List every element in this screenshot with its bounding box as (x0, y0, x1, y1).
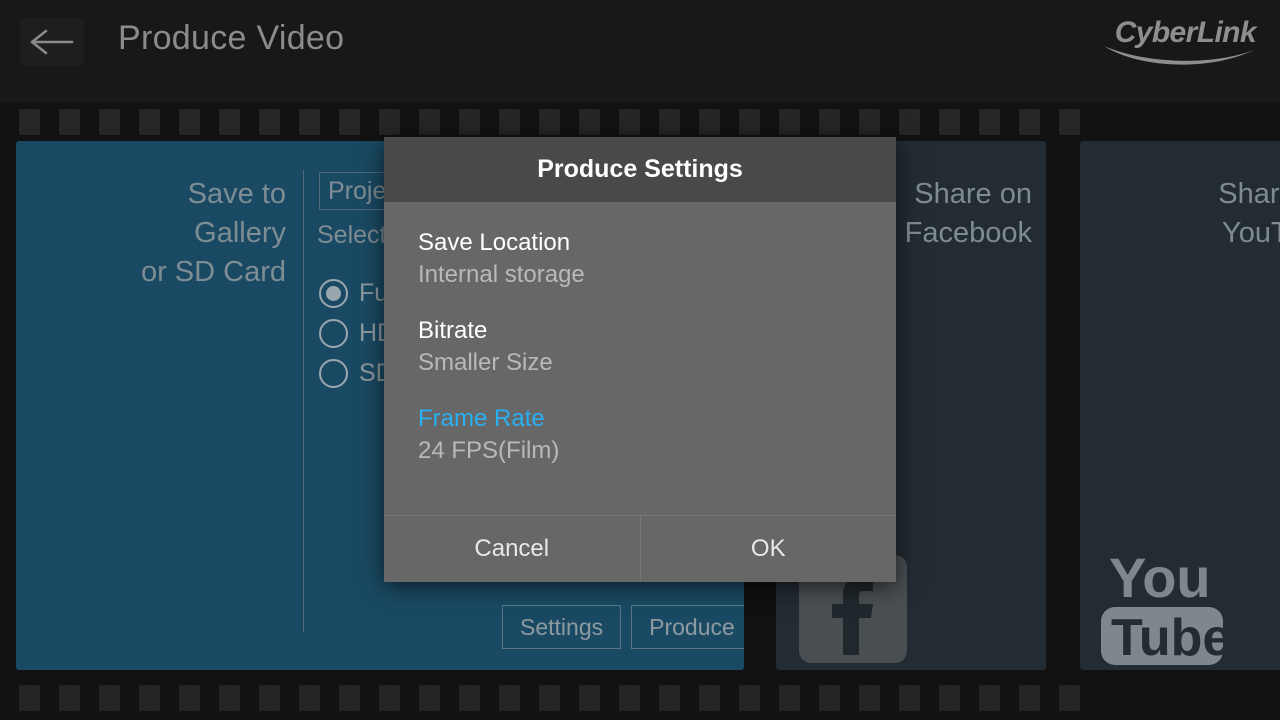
film-perforation (99, 109, 120, 135)
film-perforation (699, 685, 720, 711)
film-perforation (939, 685, 960, 711)
film-perforation (59, 685, 80, 711)
film-perforation (179, 685, 200, 711)
card-facebook-label-line1: Share on (914, 178, 1032, 210)
film-perforation (259, 109, 280, 135)
film-perforation (1059, 685, 1080, 711)
film-perforation (219, 109, 240, 135)
film-perforation (499, 685, 520, 711)
film-perforation (459, 685, 480, 711)
page-title: Produce Video (118, 19, 345, 57)
card-save-label-line3: or SD Card (140, 256, 286, 288)
film-perforation (579, 109, 600, 135)
film-perforation (819, 685, 840, 711)
film-perforation (299, 685, 320, 711)
film-perforation (419, 109, 440, 135)
film-perforation (1059, 109, 1080, 135)
film-perforation (859, 109, 880, 135)
film-perforation (739, 109, 760, 135)
film-perforation (979, 685, 1000, 711)
dialog-item-save-location[interactable]: Save Location Internal storage (418, 228, 896, 292)
youtube-icon: You Tube (1099, 541, 1231, 670)
film-perforation (899, 685, 920, 711)
dialog-cancel-button[interactable]: Cancel (384, 516, 640, 582)
app-header: Produce Video CyberLink (0, 0, 1280, 103)
film-perforation (339, 109, 360, 135)
card-save-label: Save to Gallery or SD Card (141, 175, 286, 292)
radio-icon-sd[interactable] (319, 358, 348, 388)
back-button[interactable] (20, 18, 84, 66)
film-perforation (779, 685, 800, 711)
card-youtube-label: Share on YouTube (1218, 175, 1280, 253)
swoosh-icon (1088, 42, 1258, 77)
film-perforation (819, 109, 840, 135)
dialog-item-frame-rate-value: 24 FPS(Film) (418, 437, 560, 464)
card-facebook-label-line2: Facebook (904, 217, 1032, 249)
card-youtube-label-line1: Share on (1218, 178, 1280, 210)
film-perforation (59, 109, 80, 135)
film-perforation (619, 109, 640, 135)
film-perforation (19, 109, 40, 135)
dialog-title: Produce Settings (384, 137, 896, 202)
film-perforation (619, 685, 640, 711)
film-perforation (99, 685, 120, 711)
card-share-on-youtube[interactable]: Share on YouTube You Tube (1080, 141, 1280, 670)
film-perforation (179, 109, 200, 135)
film-perforation (659, 109, 680, 135)
filmstrip-top (0, 103, 1280, 141)
filmstrip-bottom (0, 676, 1280, 720)
film-perforation (459, 109, 480, 135)
dialog-item-bitrate-value: Smaller Size (418, 349, 553, 376)
svg-text:You: You (1109, 546, 1211, 609)
film-perforation (699, 109, 720, 135)
film-perforation (739, 685, 760, 711)
dialog-actions: Cancel OK (384, 515, 896, 582)
film-perforation (419, 685, 440, 711)
film-perforation (299, 109, 320, 135)
dialog-item-save-location-value: Internal storage (418, 261, 585, 288)
card-facebook-label: Share on Facebook (905, 175, 1032, 253)
film-perforation (659, 685, 680, 711)
arrow-left-icon (30, 29, 74, 55)
film-perforation (379, 685, 400, 711)
film-perforation (379, 109, 400, 135)
cyberlink-logo: CyberLink (1088, 16, 1258, 74)
film-perforation (779, 109, 800, 135)
dialog-item-frame-rate-title: Frame Rate (418, 405, 545, 432)
film-perforation (139, 109, 160, 135)
film-perforation (859, 685, 880, 711)
app-screen: Produce Video CyberLink Save to Gallery … (0, 0, 1280, 720)
settings-button[interactable]: Settings (502, 605, 622, 649)
card-save-label-line1: Save to (187, 178, 286, 210)
radio-icon-hd[interactable] (319, 318, 348, 348)
card-divider (303, 170, 304, 632)
produce-settings-dialog: Produce Settings Save Location Internal … (384, 137, 896, 582)
radio-icon-full[interactable] (319, 278, 348, 308)
card-youtube-label-line2: YouTube (1222, 217, 1280, 249)
film-perforation (899, 109, 920, 135)
film-perforation (579, 685, 600, 711)
film-perforation (139, 685, 160, 711)
film-perforation (1019, 109, 1040, 135)
film-perforation (539, 109, 560, 135)
film-perforation (979, 109, 1000, 135)
film-perforation (539, 685, 560, 711)
film-perforation (219, 685, 240, 711)
dialog-item-frame-rate[interactable]: Frame Rate 24 FPS(Film) (418, 404, 896, 468)
dialog-body: Save Location Internal storage Bitrate S… (384, 202, 896, 515)
dialog-item-bitrate[interactable]: Bitrate Smaller Size (418, 316, 896, 380)
card-save-label-line2: Gallery (194, 217, 286, 249)
produce-button[interactable]: Produce (631, 605, 744, 649)
dialog-item-save-location-title: Save Location (418, 229, 571, 256)
film-perforation (259, 685, 280, 711)
film-perforation (19, 685, 40, 711)
dialog-ok-button[interactable]: OK (639, 516, 897, 582)
film-perforation (339, 685, 360, 711)
film-perforation (1019, 685, 1040, 711)
dialog-item-bitrate-title: Bitrate (418, 317, 488, 344)
film-perforation (939, 109, 960, 135)
card-action-buttons: Settings Produce (502, 605, 744, 649)
svg-text:Tube: Tube (1111, 609, 1229, 667)
film-perforation (499, 109, 520, 135)
